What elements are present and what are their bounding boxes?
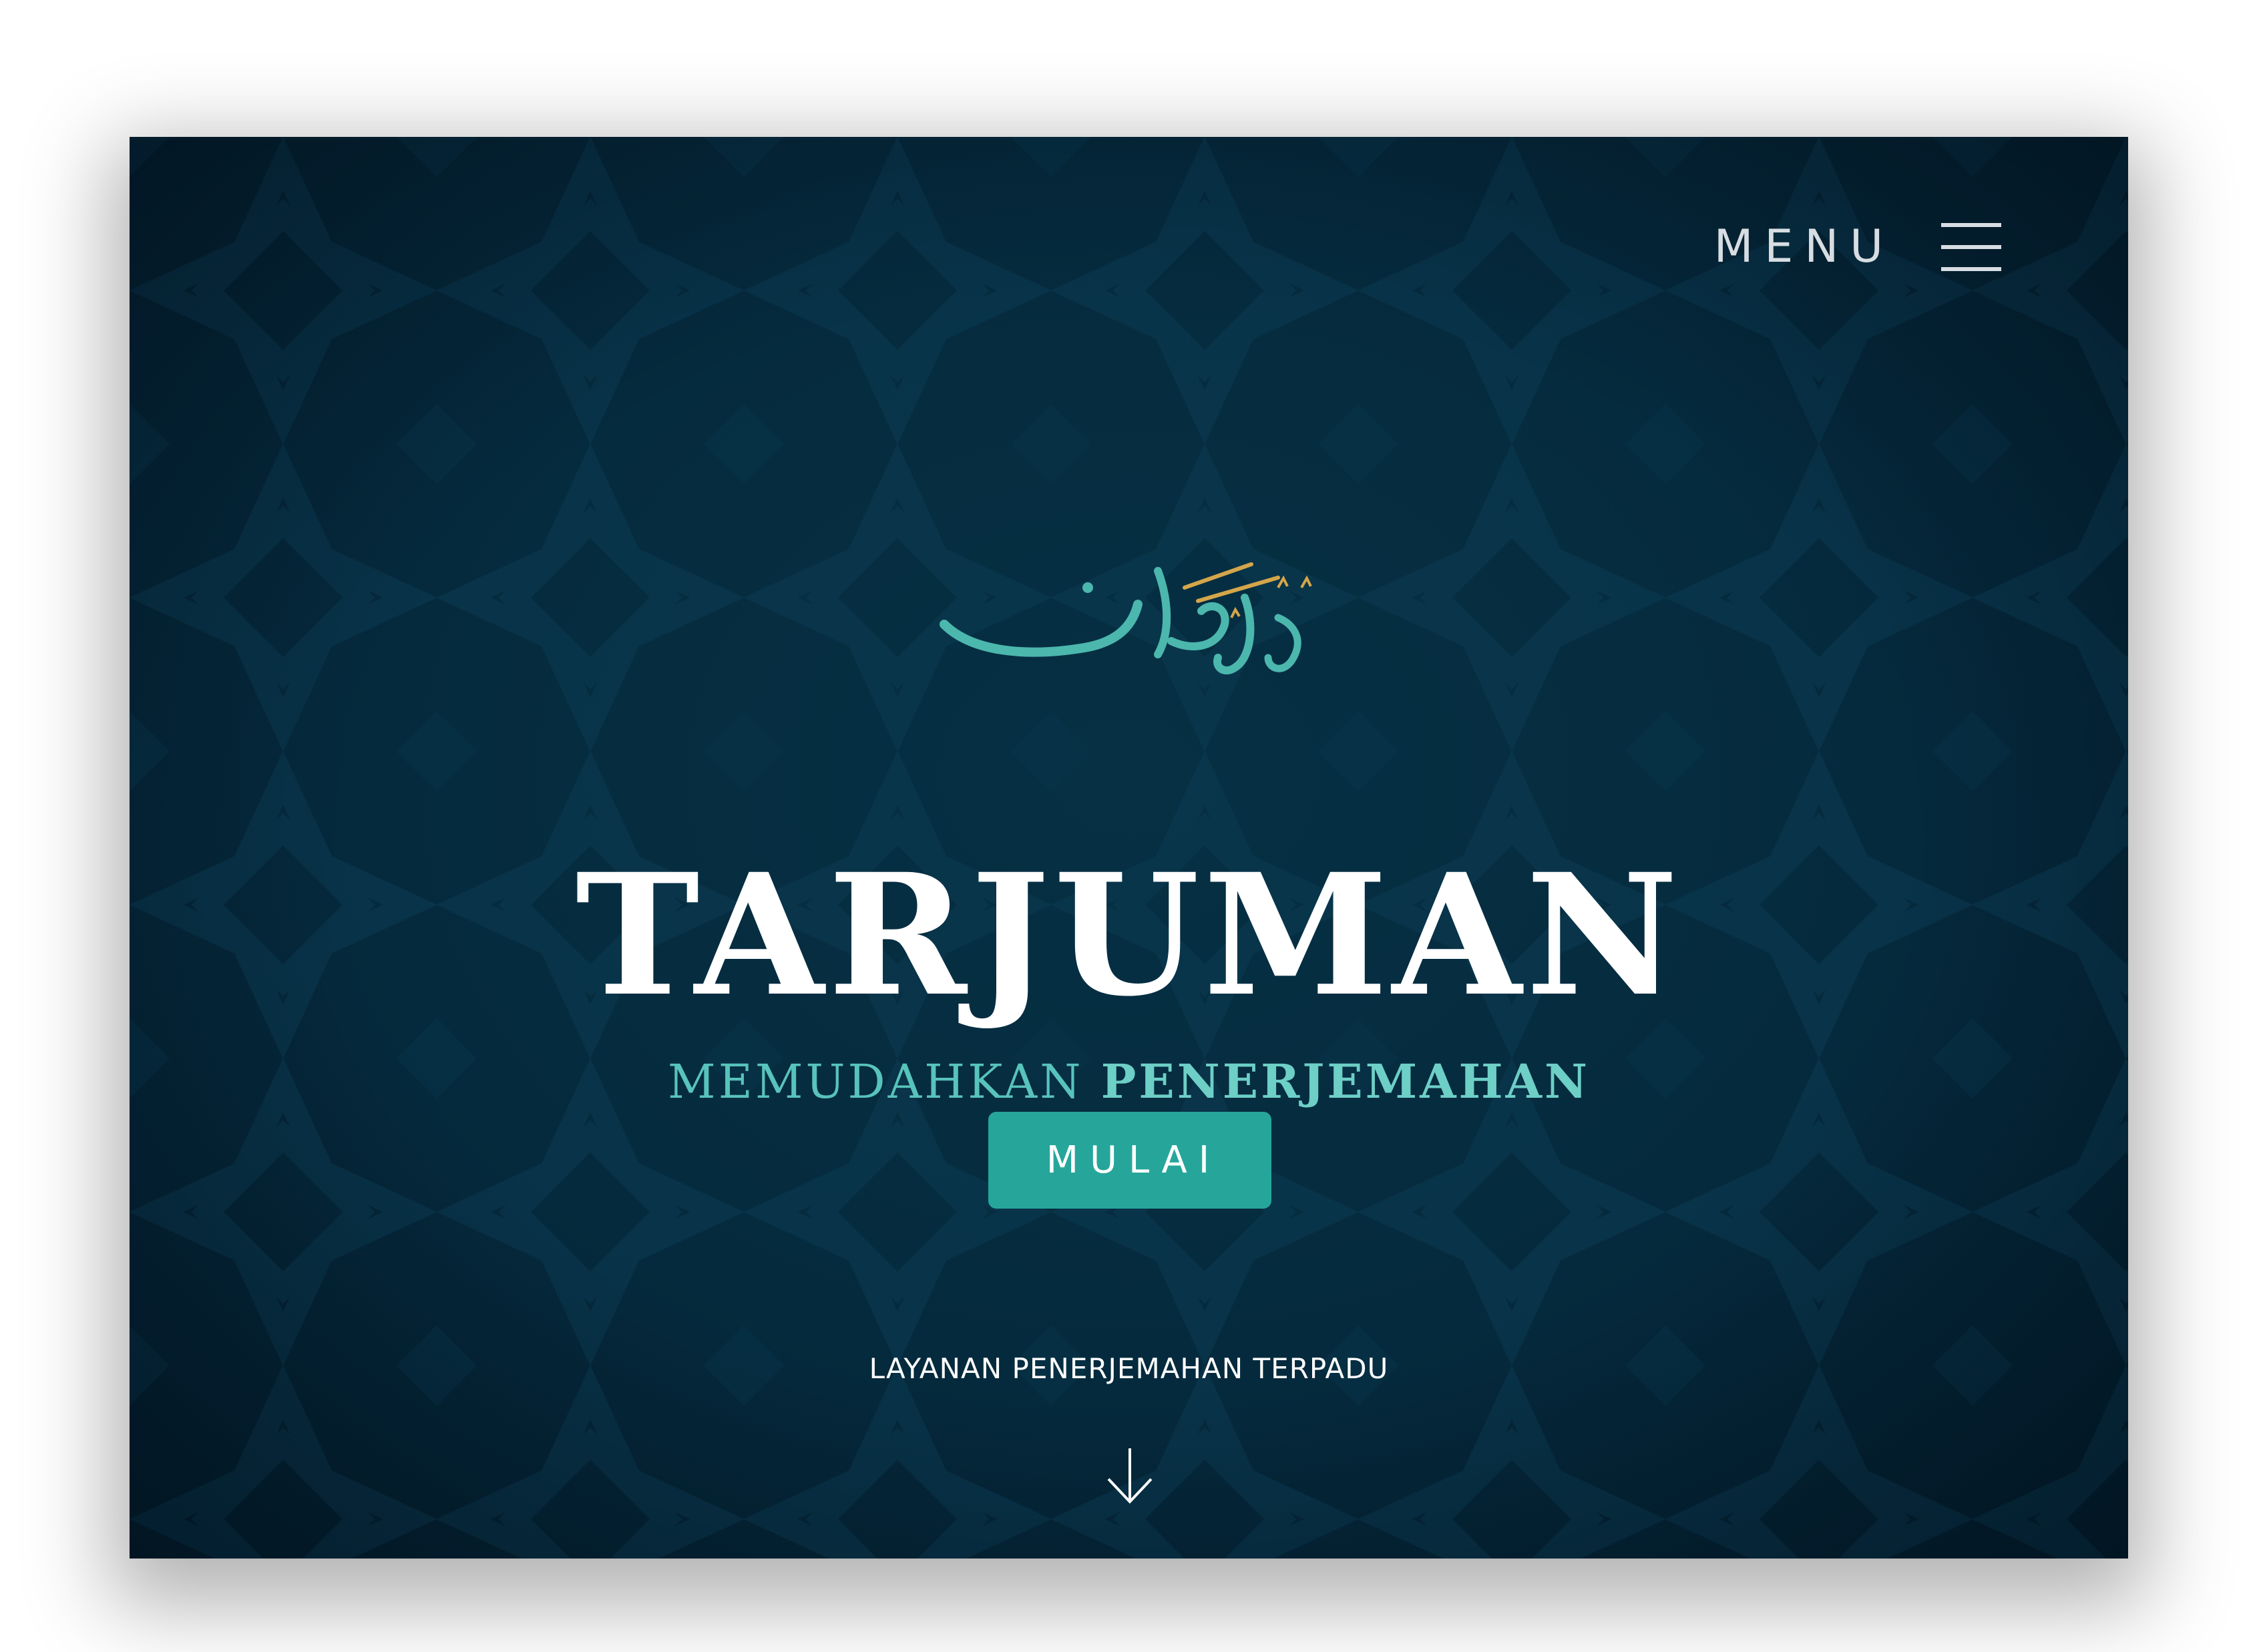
menu-label: MENU (1713, 220, 1894, 273)
tagline: LAYANAN PENERJEMAHAN TERPADU (869, 1352, 1389, 1385)
site-title: TARJUMAN (575, 837, 1683, 1033)
subtitle-light: MEMUDAHKAN (668, 1054, 1084, 1109)
start-button[interactable]: MULAI (988, 1112, 1271, 1209)
hamburger-icon[interactable] (1941, 222, 2001, 272)
arrow-down-icon[interactable] (1103, 1446, 1157, 1506)
menu-button[interactable]: MENU (1714, 220, 2001, 273)
site-subtitle: MEMUDAHKAN PENERJEMAHAN (130, 1058, 2128, 1106)
subtitle-strong: PENERJEMAHAN (1100, 1054, 1590, 1109)
arabic-calligraphy-logo (940, 562, 1312, 674)
hero-section: MENU TARJUMAN MEMUDAHKAN PENERJEMAHAN MU… (130, 137, 2128, 1559)
